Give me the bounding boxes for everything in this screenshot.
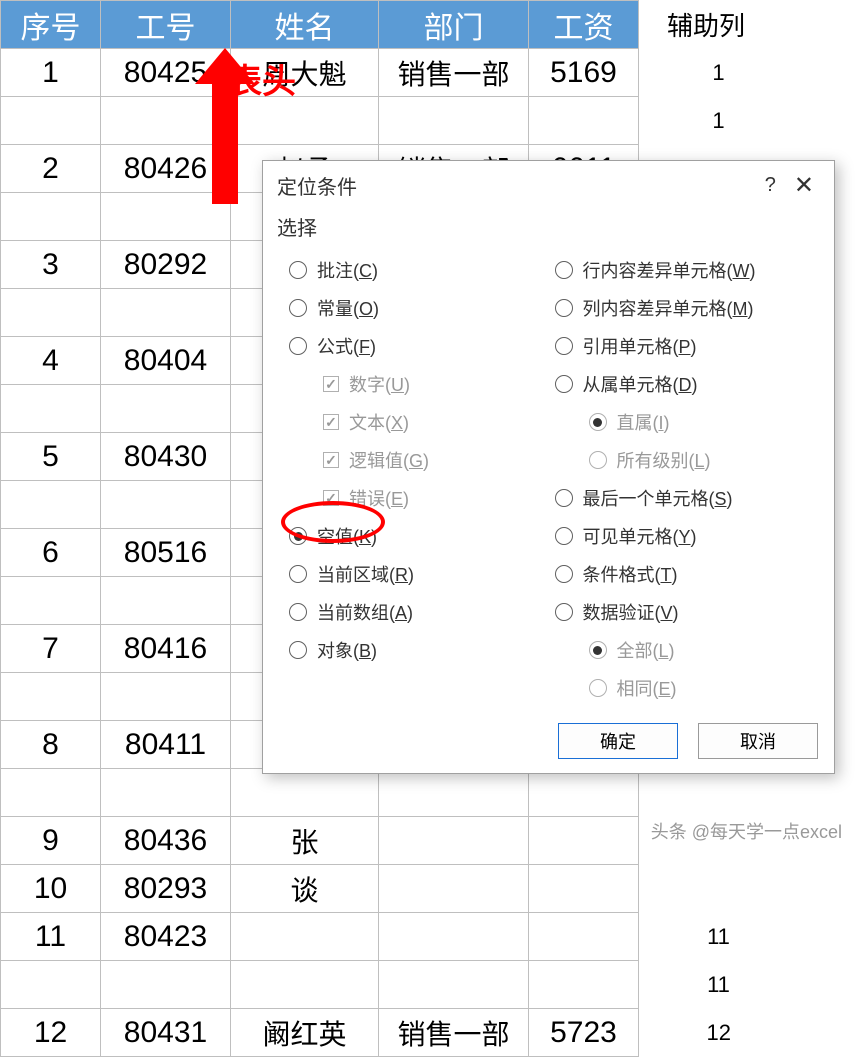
option-label: 行内容差异单元格(W): [583, 257, 756, 283]
option-label: 相同(E): [617, 675, 677, 701]
checkbox-icon: [323, 414, 339, 430]
option-label: 从属单元格(D): [583, 371, 698, 397]
option-常量(O)[interactable]: 常量(O): [283, 289, 549, 327]
option-label: 所有级别(L): [617, 447, 711, 473]
radio-icon: [555, 565, 573, 583]
radio-icon: [555, 261, 573, 279]
option-label: 逻辑值(G): [349, 447, 429, 473]
option-label: 引用单元格(P): [583, 333, 697, 359]
option-label: 条件格式(T): [583, 561, 678, 587]
col-wage[interactable]: 工资: [529, 1, 639, 49]
option-公式(F)[interactable]: 公式(F): [283, 327, 549, 365]
option-label: 数据验证(V): [583, 599, 679, 625]
option-引用单元格(P)[interactable]: 引用单元格(P): [549, 327, 815, 365]
radio-icon: [289, 565, 307, 583]
option-条件格式(T)[interactable]: 条件格式(T): [549, 555, 815, 593]
col-seq[interactable]: 序号: [1, 1, 101, 49]
section-label: 选择: [263, 206, 834, 251]
radio-icon: [289, 261, 307, 279]
option-列内容差异单元格(M)[interactable]: 列内容差异单元格(M): [549, 289, 815, 327]
table-row[interactable]: 11: [1, 961, 799, 1009]
table-row[interactable]: 1: [1, 97, 799, 145]
table-row[interactable]: 1280431阚红英销售一部572312: [1, 1009, 799, 1057]
radio-icon: [555, 603, 573, 621]
radio-icon: [555, 299, 573, 317]
ok-button[interactable]: 确定: [558, 723, 678, 759]
option-逻辑值(G): 逻辑值(G): [283, 441, 549, 479]
close-icon[interactable]: ✕: [786, 171, 822, 200]
dialog-title: 定位条件: [277, 171, 755, 200]
col-dept[interactable]: 部门: [379, 1, 529, 49]
col-name[interactable]: 姓名: [231, 1, 379, 49]
help-icon[interactable]: ?: [755, 174, 786, 197]
radio-icon: [289, 641, 307, 659]
radio-icon: [555, 337, 573, 355]
option-label: 批注(C): [317, 257, 378, 283]
radio-icon: [289, 603, 307, 621]
option-label: 直属(I): [617, 409, 670, 435]
table-row[interactable]: [1, 769, 799, 817]
option-label: 当前数组(A): [317, 599, 413, 625]
option-对象(B)[interactable]: 对象(B): [283, 631, 549, 669]
radio-icon: [589, 641, 607, 659]
option-label: 可见单元格(Y): [583, 523, 697, 549]
annotation-label: 表头: [228, 54, 296, 103]
option-最后一个单元格(S)[interactable]: 最后一个单元格(S): [549, 479, 815, 517]
radio-icon: [555, 489, 573, 507]
checkbox-icon: [323, 376, 339, 392]
radio-icon: [589, 451, 607, 469]
option-数字(U): 数字(U): [283, 365, 549, 403]
options-right: 行内容差异单元格(W) 列内容差异单元格(M) 引用单元格(P) 从属单元格(D) 直属…: [549, 251, 815, 707]
table-row[interactable]: 180425周大魁销售一部51691: [1, 49, 799, 97]
option-label: 公式(F): [317, 333, 376, 359]
option-当前数组(A)[interactable]: 当前数组(A): [283, 593, 549, 631]
option-label: 文本(X): [349, 409, 409, 435]
table-row[interactable]: 118042311: [1, 913, 799, 961]
goto-special-dialog: 定位条件 ? ✕ 选择 批注(C) 常量(O) 公式(F) 数字(U) 文本(X) 逻辑值…: [262, 160, 835, 774]
option-label: 常量(O): [317, 295, 379, 321]
option-label: 列内容差异单元格(M): [583, 295, 754, 321]
option-文本(X): 文本(X): [283, 403, 549, 441]
option-可见单元格(Y)[interactable]: 可见单元格(Y): [549, 517, 815, 555]
option-数据验证(V)[interactable]: 数据验证(V): [549, 593, 815, 631]
option-行内容差异单元格(W)[interactable]: 行内容差异单元格(W): [549, 251, 815, 289]
table-row[interactable]: 1080293谈: [1, 865, 799, 913]
option-从属单元格(D)[interactable]: 从属单元格(D): [549, 365, 815, 403]
radio-icon: [555, 527, 573, 545]
option-所有级别(L): 所有级别(L): [549, 441, 815, 479]
annotation-circle: [281, 501, 385, 543]
header-row: 序号 工号 姓名 部门 工资 辅助列: [1, 1, 799, 49]
radio-icon: [555, 375, 573, 393]
radio-icon: [589, 413, 607, 431]
dialog-titlebar[interactable]: 定位条件 ? ✕: [263, 161, 834, 206]
option-批注(C)[interactable]: 批注(C): [283, 251, 549, 289]
aux-header[interactable]: 辅助列: [639, 1, 799, 49]
option-直属(I): 直属(I): [549, 403, 815, 441]
checkbox-icon: [323, 452, 339, 468]
radio-icon: [289, 299, 307, 317]
option-label: 数字(U): [349, 371, 410, 397]
radio-icon: [289, 337, 307, 355]
option-当前区域(R)[interactable]: 当前区域(R): [283, 555, 549, 593]
col-id[interactable]: 工号: [101, 1, 231, 49]
option-label: 对象(B): [317, 637, 377, 663]
option-label: 全部(L): [617, 637, 675, 663]
option-label: 最后一个单元格(S): [583, 485, 733, 511]
radio-icon: [589, 679, 607, 697]
options-left: 批注(C)常量(O)公式(F)数字(U)文本(X)逻辑值(G)错误(E)空值(K…: [283, 251, 549, 707]
option-全部(L): 全部(L): [549, 631, 815, 669]
option-label: 当前区域(R): [317, 561, 414, 587]
cancel-button[interactable]: 取消: [698, 723, 818, 759]
option-相同(E): 相同(E): [549, 669, 815, 707]
watermark: 头条 @每天学一点excel: [651, 818, 842, 844]
